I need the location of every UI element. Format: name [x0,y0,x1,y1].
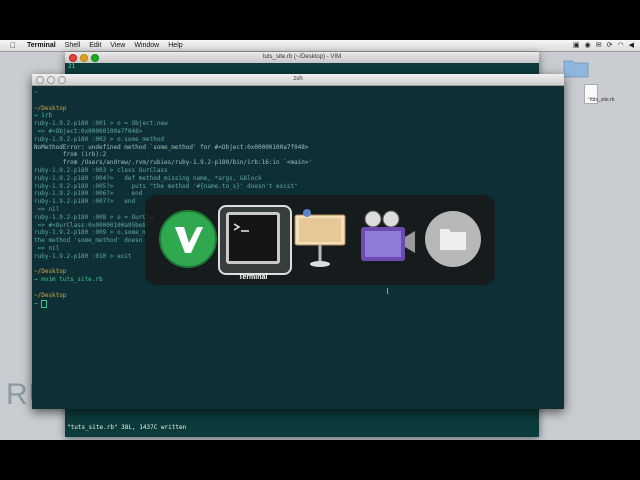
app-switcher-label: Terminal [238,274,268,281]
volume-icon[interactable]: ◀ [629,41,634,49]
terminal-line: ruby-1.9.2-p180 :002 > o.some_method [34,135,165,143]
minimize-button[interactable] [80,54,88,62]
terminal-line: from /Users/andrew/.rvm/rubies/ruby-1.9.… [34,159,313,167]
folder-icon[interactable] [420,207,486,271]
terminal-line: → irb [34,112,53,120]
vim-title-bar[interactable]: tuts_site.rb (~/Desktop) - VIM [65,52,539,63]
terminal-line: ~ [34,89,38,96]
app-switcher: Terminal [145,195,495,285]
vim-icon[interactable] [155,207,221,271]
vim-window-title: tuts_site.rb (~/Desktop) - VIM [262,54,342,60]
menu-extras: ▣ ◉ ✉ ⟳ ◠ ◀ [573,41,634,49]
desktop-folder-icon[interactable] [563,58,589,80]
terminal-window-title: zsh [293,76,303,82]
terminal-line: ~/Desktop [34,291,67,299]
mail-icon[interactable]: ✉ [596,41,602,49]
terminal-window-controls [36,76,66,84]
vim-line-number: 21 [68,63,76,70]
close-button[interactable] [36,76,44,84]
terminal-icon[interactable]: Terminal [220,207,286,281]
terminal-line: ruby-1.9.2-p180 :005?> puts "the method … [34,182,298,190]
menu-view[interactable]: View [110,42,125,49]
terminal-line: ~/Desktop [34,104,67,112]
terminal-line: => #<Object:0x00000100a7f048> [34,127,143,135]
terminal-line: NoMethodError: undefined method `some_me… [34,143,309,151]
menu-bar:  Terminal Shell Edit View Window Help ▣… [0,40,640,52]
terminal-cursor-line: → [34,299,562,308]
imovie-icon[interactable] [353,207,419,271]
mouse-cursor [387,288,388,294]
keynote-icon[interactable] [287,207,353,271]
screen-icon[interactable]: ▣ [573,41,580,49]
menu-app-name[interactable]: Terminal [27,42,56,49]
vim-window-controls [69,54,99,62]
sync-icon[interactable]: ⟳ [607,41,613,49]
terminal-line: ruby-1.9.2-p180 :003 > class OurClass [34,166,168,174]
record-icon[interactable]: ◉ [585,41,591,49]
terminal-line: from (irb):2 [34,151,107,159]
menu-edit[interactable]: Edit [89,42,101,49]
terminal-line: ruby-1.9.2-p180 :004?> def method_missin… [34,174,262,182]
zoom-button[interactable] [91,54,99,62]
desktop-file[interactable]: tuts_site.rb [566,84,616,106]
terminal-title-bar[interactable]: zsh [32,74,564,86]
minimize-button[interactable] [47,76,55,84]
menu-window[interactable]: Window [134,42,159,49]
zoom-button[interactable] [58,76,66,84]
menu-shell[interactable]: Shell [65,42,81,49]
close-button[interactable] [69,54,77,62]
desktop-file-label: tuts_site.rb [590,97,615,103]
desktop:  Terminal Shell Edit View Window Help ▣… [0,40,640,440]
terminal-line: ruby-1.9.2-p180 :001 > o = Object.new [34,120,168,128]
prompt-arrow-icon: → [34,300,42,308]
vim-status-line: "tuts_site.rb" 38L, 1437C written [67,424,187,431]
apple-menu-icon[interactable]:  [10,41,16,50]
terminal-cursor [41,299,48,308]
wifi-icon[interactable]: ◠ [618,41,624,49]
menu-help[interactable]: Help [168,42,182,49]
